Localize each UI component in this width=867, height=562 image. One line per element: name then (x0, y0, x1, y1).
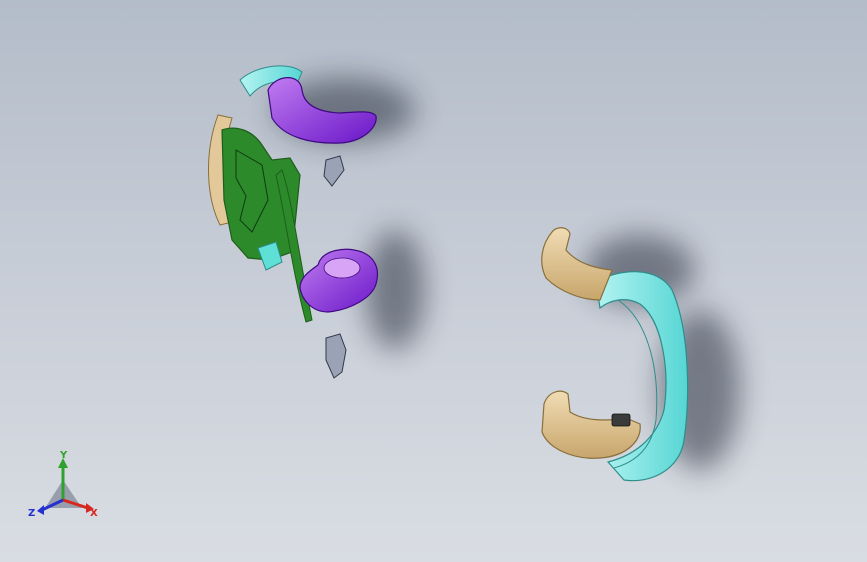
left-assembly[interactable] (208, 65, 379, 379)
x-axis-label: X (90, 508, 98, 519)
axis-triad[interactable]: Y X Z (28, 450, 98, 519)
right-lower-pad-tab[interactable] (611, 413, 631, 427)
left-lower-cup-opening (323, 257, 361, 279)
y-axis-label: Y (59, 450, 68, 461)
model-viewport[interactable]: Y X Z (0, 0, 867, 562)
z-axis-label: Z (28, 508, 35, 519)
left-small-bracket[interactable] (325, 333, 347, 379)
z-axis-arrow (37, 505, 44, 515)
left-small-clip[interactable] (323, 155, 345, 187)
